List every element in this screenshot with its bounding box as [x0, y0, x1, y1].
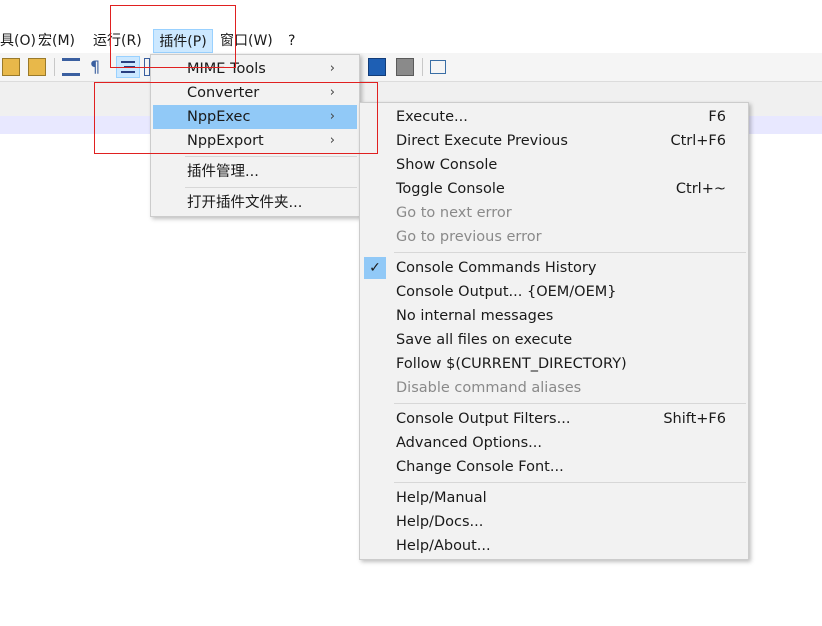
- chevron-right-icon: ›: [329, 133, 335, 148]
- menu-item-plugin-admin[interactable]: 插件管理...: [153, 160, 357, 184]
- plugins-menu: MIME Tools › Converter › NppExec › NppEx…: [150, 54, 360, 217]
- chevron-right-icon: ›: [329, 109, 335, 124]
- menu-item-save-all-files[interactable]: Save all files on execute: [362, 328, 746, 352]
- menu-item-change-console-font[interactable]: Change Console Font...: [362, 455, 746, 479]
- toolbar: ¶: [0, 53, 822, 82]
- chevron-right-icon: ›: [329, 61, 335, 76]
- menu-macro[interactable]: 宏(M): [38, 29, 75, 53]
- chevron-right-icon: ›: [329, 85, 335, 100]
- menu-item-execute[interactable]: Execute... F6: [362, 105, 746, 129]
- menu-item-nppexec[interactable]: NppExec ›: [153, 105, 357, 129]
- menu-item-converter[interactable]: Converter ›: [153, 81, 357, 105]
- toolbar-separator: [422, 58, 423, 76]
- menu-separator: [394, 482, 746, 483]
- word-wrap-icon[interactable]: [62, 58, 80, 76]
- folder-icon[interactable]: [28, 58, 46, 76]
- menu-help[interactable]: ?: [288, 29, 295, 53]
- menu-tools[interactable]: 具(O): [0, 29, 36, 53]
- menu-item-console-output-filters[interactable]: Console Output Filters... Shift+F6: [362, 407, 746, 431]
- save-macro-icon[interactable]: [396, 58, 414, 76]
- pilcrow-icon[interactable]: ¶: [90, 58, 104, 76]
- menu-item-nppexport[interactable]: NppExport ›: [153, 129, 357, 153]
- console-icon[interactable]: [430, 60, 446, 74]
- menu-separator: [394, 403, 746, 404]
- menu-item-disable-command-aliases: Disable command aliases: [396, 380, 582, 396]
- menu-item-go-to-previous-error: Go to previous error: [396, 229, 542, 245]
- menu-item-console-commands-history[interactable]: ✓ Console Commands History: [362, 256, 746, 280]
- menu-item-mime-tools[interactable]: MIME Tools ›: [153, 57, 357, 81]
- menu-item-toggle-console[interactable]: Toggle Console Ctrl+~: [362, 177, 746, 201]
- menu-run[interactable]: 运行(R): [93, 29, 142, 53]
- menu-window[interactable]: 窗口(W): [220, 29, 273, 53]
- menu-bar: 具(O) 宏(M) 运行(R) 插件(P) 窗口(W) ?: [0, 29, 822, 54]
- checkmark-icon: ✓: [364, 257, 386, 279]
- menu-item-help-docs[interactable]: Help/Docs...: [362, 510, 746, 534]
- menu-item-direct-execute-previous[interactable]: Direct Execute Previous Ctrl+F6: [362, 129, 746, 153]
- nppexec-submenu: Execute... F6 Direct Execute Previous Ct…: [359, 102, 749, 560]
- menu-item-open-plugins-folder[interactable]: 打开插件文件夹...: [153, 191, 357, 215]
- menu-item-console-output[interactable]: Console Output... {OEM/OEM}: [362, 280, 746, 304]
- menu-item-no-internal-messages[interactable]: No internal messages: [362, 304, 746, 328]
- open-folder-icon[interactable]: [2, 58, 20, 76]
- menu-item-show-console[interactable]: Show Console: [362, 153, 746, 177]
- menu-item-help-manual[interactable]: Help/Manual: [362, 486, 746, 510]
- indent-guide-icon[interactable]: [116, 56, 140, 78]
- toolbar-separator: [54, 58, 55, 76]
- menu-item-follow-current-directory[interactable]: Follow $(CURRENT_DIRECTORY): [362, 352, 746, 376]
- menu-plugins[interactable]: 插件(P): [153, 29, 213, 53]
- menu-separator: [185, 187, 357, 188]
- menu-separator: [394, 252, 746, 253]
- play-macro-icon[interactable]: [368, 58, 386, 76]
- menu-item-advanced-options[interactable]: Advanced Options...: [362, 431, 746, 455]
- menu-item-go-to-next-error: Go to next error: [396, 205, 512, 221]
- menu-separator: [185, 156, 357, 157]
- menu-item-help-about[interactable]: Help/About...: [362, 534, 746, 558]
